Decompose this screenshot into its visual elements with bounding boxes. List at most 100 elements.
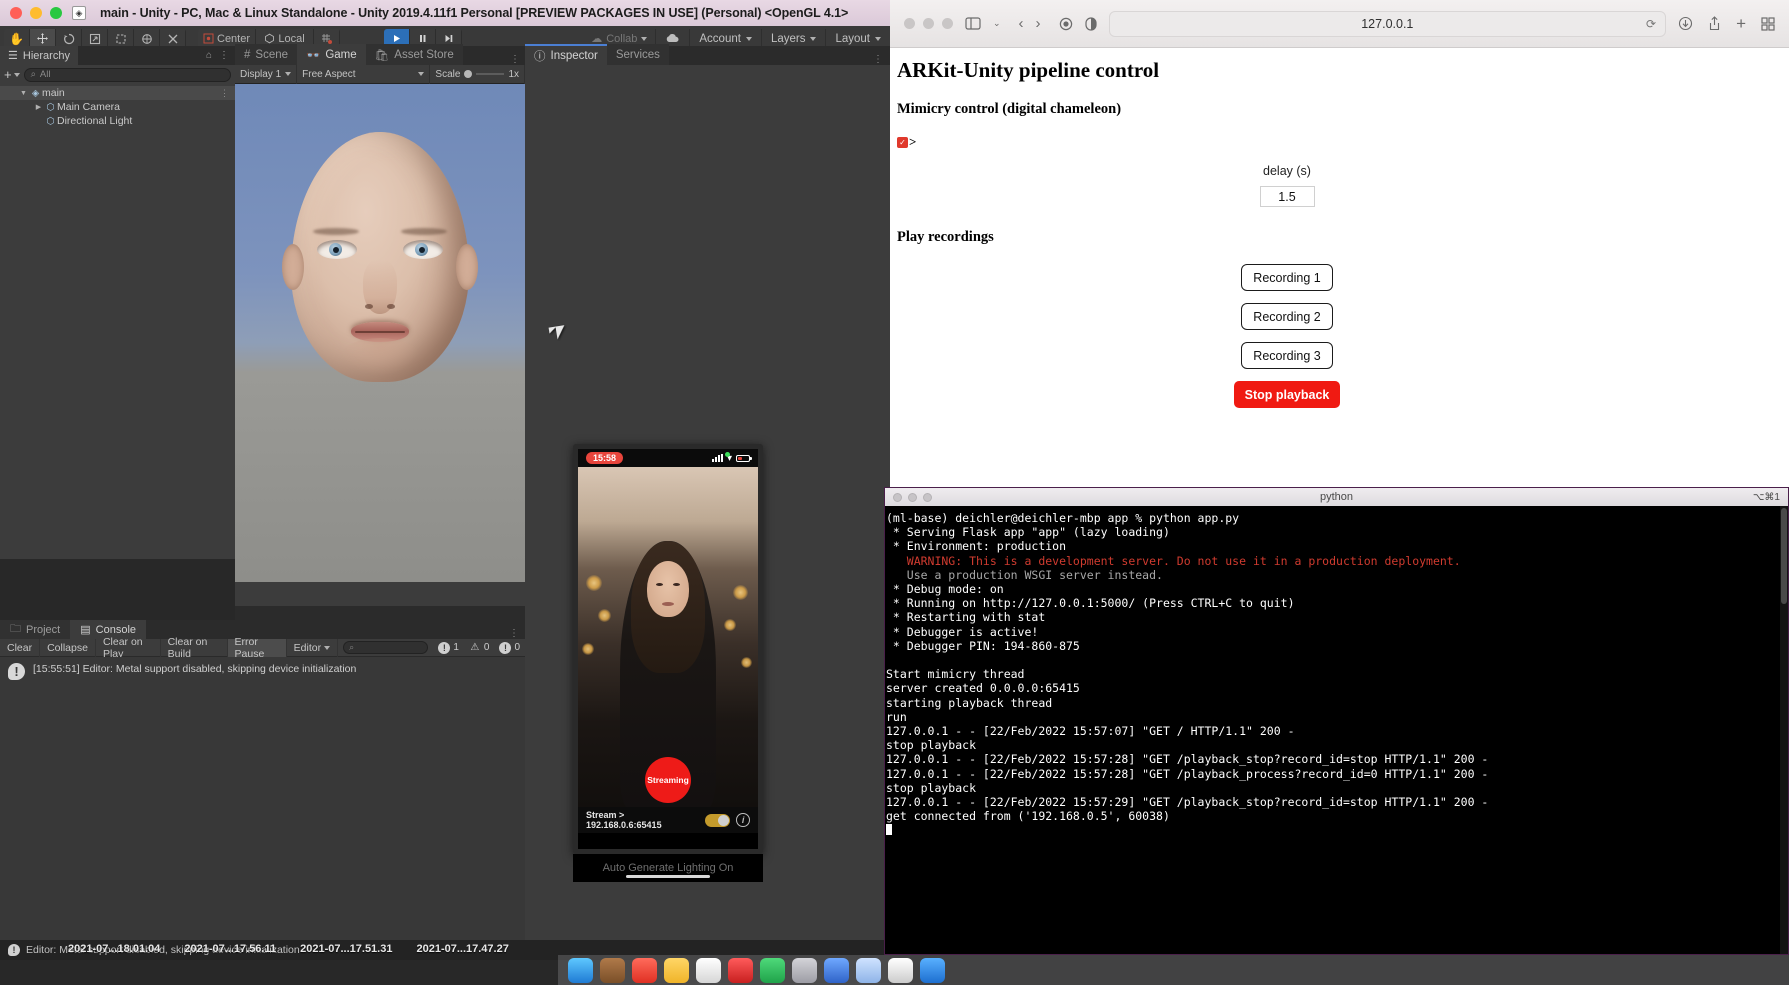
dock-icon-app[interactable] [792, 957, 817, 983]
phone-stream-overlay[interactable]: 15:58 ▾ Streaming Stream > 192.168.0.6:6… [573, 444, 763, 854]
chevron-down-icon[interactable]: ⌄ [993, 18, 1001, 29]
tab-project[interactable]: 🗀 Project [0, 620, 71, 639]
shield-icon[interactable] [1059, 17, 1073, 31]
recording-2-button[interactable]: Recording 2 [1241, 303, 1333, 330]
chevron-down-icon[interactable]: ▼ [18, 90, 29, 97]
scale-slider[interactable]: Scale 1x [430, 64, 525, 84]
dock-icon-finder[interactable] [568, 957, 593, 983]
stream-toggle[interactable] [705, 813, 731, 827]
tab-services[interactable]: Services [606, 44, 669, 65]
gameobject-icon: ⬡ [46, 115, 55, 127]
dock: 2021-07...18.01.04 2021-07...17.56.11 2021… [68, 943, 1789, 985]
kebab-menu-icon[interactable]: ⋮ [873, 54, 890, 65]
tab-scene[interactable]: # Scene [235, 44, 298, 65]
dock-icon-app[interactable] [664, 957, 689, 983]
dock-icon-app[interactable] [632, 957, 657, 983]
error-count[interactable]: ! 1 [433, 641, 464, 654]
taskbar-item[interactable]: 2021-07...17.56.11 [184, 943, 276, 955]
tab-asset-store[interactable]: 🛍 Asset Store [365, 44, 463, 65]
slider-track[interactable] [476, 73, 505, 75]
info-count[interactable]: ! 0 [494, 641, 525, 654]
dock-icon-app[interactable] [696, 957, 721, 983]
kebab-menu-icon[interactable]: ⋮ [510, 54, 525, 65]
collapse-button[interactable]: Collapse [40, 638, 96, 657]
clear-button[interactable]: Clear [0, 638, 41, 657]
dock-icon-app[interactable] [824, 957, 849, 983]
ear-left [282, 244, 304, 290]
terminal-line: run [886, 709, 907, 724]
game-render-canvas[interactable] [235, 84, 525, 582]
warning-count[interactable]: ⚠ 0 [464, 642, 495, 654]
terminal-scrollbar[interactable] [1780, 506, 1788, 954]
hierarchy-search-input[interactable]: ⌕ All [23, 67, 231, 82]
new-tab-icon[interactable]: + [1736, 14, 1746, 34]
taskbar-item[interactable]: 2021-07...17.51.31 [300, 943, 392, 955]
dock-icon-app[interactable] [600, 957, 625, 983]
hierarchy-item-directional-light[interactable]: ⬡ Directional Light [0, 114, 235, 128]
lock-icon[interactable]: ⌂ [206, 50, 212, 61]
error-pause-button[interactable]: Error Pause [227, 636, 287, 660]
stop-playback-button[interactable]: Stop playback [1234, 381, 1340, 408]
share-icon[interactable] [1708, 16, 1721, 31]
taskbar-item[interactable]: 2021-07...17.47.27 [416, 943, 508, 955]
address-bar[interactable]: 127.0.0.1 ⟳ [1108, 10, 1667, 37]
dock-icon-app[interactable] [888, 957, 913, 983]
aspect-selector[interactable]: Free Aspect [297, 64, 431, 84]
tab-overview-icon[interactable] [1761, 16, 1775, 31]
sidebar-icon[interactable] [965, 17, 981, 30]
error-count-value: 1 [453, 642, 459, 653]
kebab-menu-icon[interactable]: ⋮ [220, 88, 229, 99]
display-selector[interactable]: Display 1 [235, 64, 298, 84]
add-object-button[interactable]: + [4, 67, 20, 82]
mimicry-heading: Mimicry control (digital chameleon) [897, 101, 1122, 117]
dock-icon-app[interactable] [760, 957, 785, 983]
hierarchy-item-main-camera[interactable]: ▶ ⬡ Main Camera [0, 100, 235, 114]
maximize-icon[interactable] [942, 18, 953, 29]
terminal-output[interactable]: (ml-base) deichler@deichler-mbp app % py… [885, 506, 1780, 954]
console-log-entry[interactable]: ! [15:55:51] Editor: Metal support disab… [0, 657, 525, 686]
unity-logo-icon: ◈ [72, 6, 86, 20]
minimize-icon[interactable] [30, 7, 42, 19]
unity-window-title: main - Unity - PC, Mac & Linux Standalon… [100, 6, 849, 20]
tab-game[interactable]: 👓 Game [297, 44, 366, 65]
slider-handle[interactable] [464, 70, 473, 78]
warning-count-value: 0 [483, 642, 490, 653]
clear-on-play-button[interactable]: Clear on Play [96, 636, 161, 660]
forward-icon[interactable]: › [1036, 15, 1041, 32]
clear-on-build-button[interactable]: Clear on Build [161, 636, 228, 660]
minimize-icon[interactable] [923, 18, 934, 29]
dock-icon-app[interactable] [728, 957, 753, 983]
console-search-input[interactable]: ⌕ [343, 641, 429, 654]
recording-1-button[interactable]: Recording 1 [1241, 264, 1333, 291]
downloads-icon[interactable] [1678, 16, 1693, 31]
delay-input[interactable]: 1.5 [1259, 186, 1315, 207]
back-icon[interactable]: ‹ [1019, 15, 1024, 32]
editor-filter-dropdown[interactable]: Editor [287, 638, 339, 657]
tab-inspector[interactable]: ⓘ Inspector [525, 44, 607, 65]
dock-icon-app[interactable] [920, 957, 945, 983]
dock-icon-app[interactable] [856, 957, 881, 983]
chevron-down-icon [418, 72, 425, 76]
reload-icon[interactable]: ⟳ [1646, 17, 1656, 31]
streaming-button[interactable]: Streaming [645, 757, 691, 803]
kebab-menu-icon[interactable]: ⋮ [219, 50, 229, 61]
taskbar-item[interactable]: 2021-07...18.01.04 [68, 943, 160, 955]
mimicry-checkbox[interactable]: ✓ [897, 136, 908, 148]
hierarchy-item-main[interactable]: ▼ ◈ main ⋮ [0, 86, 235, 100]
tab-services-label: Services [615, 48, 660, 61]
maximize-icon[interactable] [50, 7, 62, 19]
error-icon: ! [8, 944, 20, 956]
info-icon[interactable]: i [736, 813, 750, 827]
recording-3-button[interactable]: Recording 3 [1241, 342, 1333, 369]
close-icon[interactable] [904, 18, 915, 29]
tab-hierarchy[interactable]: ☰ Hierarchy [0, 46, 78, 65]
console-log-list[interactable]: ! [15:55:51] Editor: Metal support disab… [0, 657, 525, 940]
pivot-mode-label: Center [217, 32, 251, 45]
kebab-menu-icon[interactable]: ⋮ [509, 628, 525, 639]
close-icon[interactable] [10, 7, 22, 19]
terminal-line: get connected from ('192.168.0.5', 60038… [886, 809, 1170, 824]
gameobject-icon: ⬡ [46, 101, 55, 113]
reader-icon[interactable] [1084, 16, 1097, 31]
lighting-status-text: Auto Generate Lighting On [573, 854, 763, 882]
chevron-right-icon[interactable]: ▶ [33, 103, 44, 111]
